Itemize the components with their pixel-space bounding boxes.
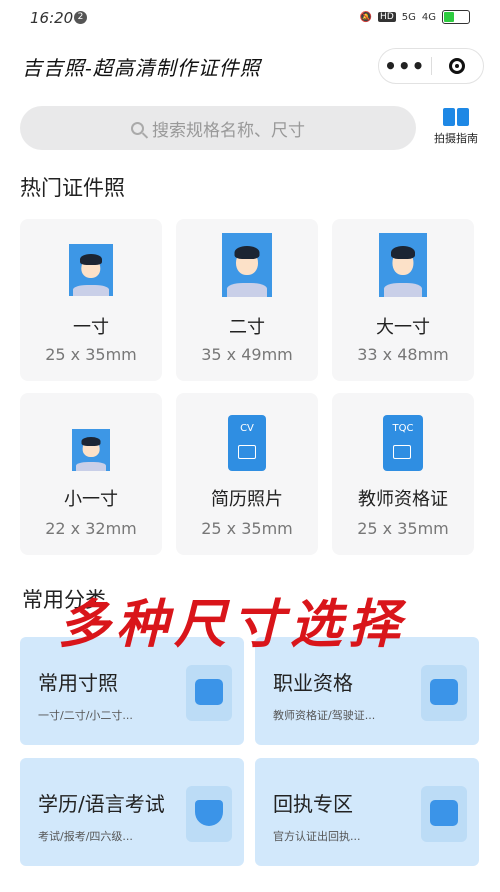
- id-card-icon: [421, 665, 467, 721]
- card-size: 25 x 35mm: [201, 519, 293, 538]
- card-da1cun[interactable]: 大一寸 33 x 48mm: [332, 219, 474, 381]
- card-name: 一寸: [73, 317, 109, 338]
- category-name: 职业资格: [273, 671, 353, 695]
- mute-icon: 🔕: [359, 11, 373, 23]
- receipt-icon: [421, 786, 467, 842]
- card-name: 简历照片: [211, 489, 283, 510]
- search-icon: [131, 121, 144, 135]
- photo-icon: [379, 233, 427, 297]
- portrait-icon: [186, 665, 232, 721]
- card-size: 25 x 35mm: [357, 519, 449, 538]
- search-placeholder: 搜索规格名称、尺寸: [152, 120, 305, 141]
- category-receipt[interactable]: 回执专区 官方认证出回执...: [255, 758, 479, 866]
- doc-code: CV: [240, 423, 254, 434]
- category-sub: 教师资格证/驾驶证...: [273, 709, 376, 722]
- guide-button[interactable]: 拍摄指南: [428, 108, 484, 146]
- status-time: 16:20: [30, 9, 74, 27]
- guide-label: 拍摄指南: [434, 132, 478, 145]
- promo-overlay-text: 多种尺寸选择: [58, 594, 407, 655]
- category-sub: 考试/报考/四六级...: [38, 830, 133, 843]
- system-icons: 🔕 HD 5G 4G: [360, 10, 470, 24]
- category-name: 常用寸照: [38, 671, 118, 695]
- card-name: 小一寸: [64, 489, 118, 510]
- photo-icon: [222, 233, 272, 297]
- card-teacher[interactable]: TQC 教师资格证 25 x 35mm: [332, 393, 474, 555]
- more-button[interactable]: •••: [379, 56, 431, 76]
- card-name: 大一寸: [376, 317, 430, 338]
- miniprogram-capsule: •••: [378, 48, 484, 84]
- card-name: 二寸: [229, 317, 265, 338]
- network-5g: 5G: [401, 11, 416, 23]
- card-2cun[interactable]: 二寸 35 x 49mm: [176, 219, 318, 381]
- category-sub: 一寸/二寸/小二寸...: [38, 709, 133, 722]
- network-4g: 4G: [421, 11, 436, 23]
- card-resume[interactable]: CV 简历照片 25 x 35mm: [176, 393, 318, 555]
- category-education[interactable]: 学历/语言考试 考试/报考/四六级...: [20, 758, 244, 866]
- status-bar: 16:20 2 🔕 HD 5G 4G: [0, 0, 500, 36]
- title-bar: 吉吉照-超高清制作证件照 •••: [0, 42, 500, 90]
- doc-code: TQC: [392, 423, 414, 434]
- category-name: 学历/语言考试: [38, 792, 165, 816]
- graduation-cap-icon: [186, 786, 232, 842]
- card-1cun[interactable]: 一寸 25 x 35mm: [20, 219, 162, 381]
- card-name: 教师资格证: [358, 489, 448, 510]
- close-button[interactable]: [432, 58, 484, 74]
- card-size: 25 x 35mm: [45, 345, 137, 364]
- card-size: 33 x 48mm: [357, 345, 449, 364]
- page-title: 吉吉照-超高清制作证件照: [22, 56, 261, 80]
- hot-section-title: 热门证件照: [20, 176, 125, 200]
- photo-icon: [72, 429, 110, 471]
- battery-icon: [442, 10, 470, 24]
- hd-badge: HD: [378, 12, 396, 22]
- tqc-document-icon: TQC: [383, 415, 423, 471]
- card-size: 35 x 49mm: [201, 345, 293, 364]
- notification-badge: 2: [74, 11, 87, 24]
- cv-document-icon: CV: [228, 415, 266, 471]
- photo-icon: [69, 244, 113, 296]
- card-xiao1cun[interactable]: 小一寸 22 x 32mm: [20, 393, 162, 555]
- category-name: 回执专区: [273, 792, 353, 816]
- book-icon: [443, 108, 469, 126]
- search-bar[interactable]: 搜索规格名称、尺寸: [20, 106, 416, 150]
- target-icon: [449, 58, 466, 74]
- card-size: 22 x 32mm: [45, 519, 137, 538]
- category-sub: 官方认证出回执...: [273, 830, 361, 843]
